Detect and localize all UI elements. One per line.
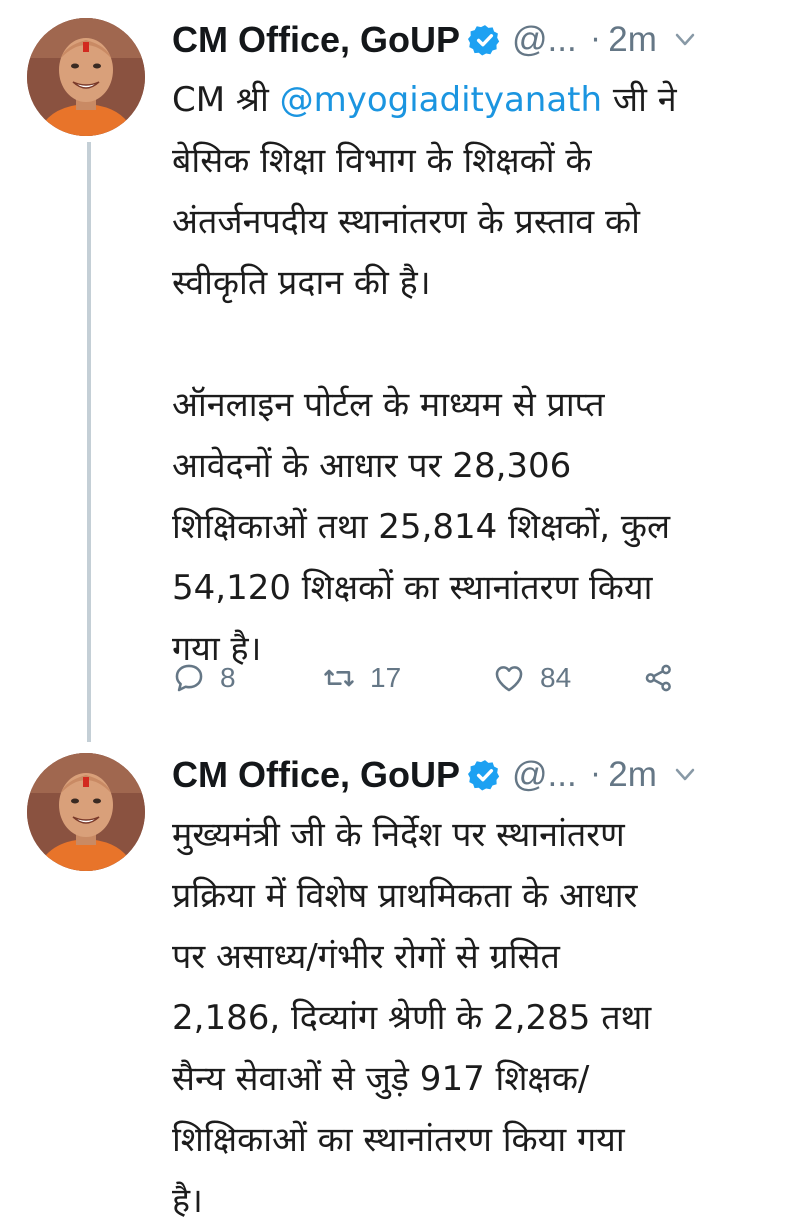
like-count: 84 xyxy=(540,662,572,693)
tweet-line: स्वीकृति प्रदान की है। xyxy=(172,263,431,303)
author-name[interactable]: CM Office, GoUP xyxy=(172,754,460,796)
separator-dot: · xyxy=(590,22,601,58)
tweet-line: 2,186, दिव्यांग श्रेणी के 2,285 तथा xyxy=(172,998,652,1038)
chevron-down-icon[interactable] xyxy=(675,33,695,47)
retweet-icon xyxy=(324,669,354,687)
tweet-line: 54,120 शिक्षकों का स्थानांतरण किया xyxy=(172,568,653,608)
tweet-line: आवेदनों के आधार पर 28,306 xyxy=(172,446,572,486)
tweet-line: शिक्षिकाओं का स्थानांतरण किया गया xyxy=(172,1120,625,1160)
share-button[interactable] xyxy=(642,661,676,695)
reply-count: 8 xyxy=(220,662,236,693)
retweet-button[interactable]: 17 xyxy=(322,661,492,695)
avatar[interactable] xyxy=(27,18,145,136)
separator-dot: · xyxy=(590,757,601,793)
tweet-line: शिक्षिकाओं तथा 25,814 शिक्षकों, कुल xyxy=(172,507,671,547)
tweet-line: पर असाध्य/गंभीर रोगों से ग्रसित xyxy=(172,937,560,977)
paragraph-break xyxy=(172,314,802,375)
author-name[interactable]: CM Office, GoUP xyxy=(172,19,460,61)
tweet-line: मुख्यमंत्री जी के निर्देश पर स्थानांतरण xyxy=(172,815,625,855)
tweet-line: अंतर्जनपदीय स्थानांतरण के प्रस्ताव को xyxy=(172,202,640,242)
tweet-text-segment: जी ने xyxy=(602,80,677,120)
heart-icon xyxy=(495,666,523,692)
tweet-time[interactable]: 2m xyxy=(608,20,657,60)
tweet-line: ऑनलाइन पोर्टल के माध्यम से प्राप्त xyxy=(172,385,605,425)
tweet-time[interactable]: 2m xyxy=(608,755,657,795)
thread-connector-line xyxy=(87,142,91,742)
author-handle[interactable]: @... xyxy=(512,20,577,60)
like-button[interactable]: 84 xyxy=(492,661,642,695)
chevron-down-icon[interactable] xyxy=(675,768,695,782)
verified-badge-icon xyxy=(468,25,500,56)
tweet-actions: 8 17 84 xyxy=(172,655,732,701)
retweet-count: 17 xyxy=(370,662,402,693)
tweet-line: प्रक्रिया में विशेष प्राथमिकता के आधार xyxy=(172,876,638,916)
tweet-line: है। xyxy=(172,1181,203,1221)
tweet-line: बेसिक शिक्षा विभाग के शिक्षकों के xyxy=(172,141,592,181)
tweet-line: सैन्य सेवाओं से जुड़े 917 शिक्षक/ xyxy=(172,1059,590,1099)
verified-badge-icon xyxy=(468,760,500,791)
tweet-text-segment: CM श्री xyxy=(172,80,280,120)
tweet-header: CM Office, GoUP @... · 2m xyxy=(172,749,802,801)
reply-button[interactable]: 8 xyxy=(172,661,322,695)
author-handle[interactable]: @... xyxy=(512,755,577,795)
tweet-text: CM श्री @myogiadityanath जी ने बेसिक शिक… xyxy=(172,70,802,680)
mention-link[interactable]: @myogiadityanath xyxy=(280,80,603,120)
share-icon xyxy=(645,664,671,692)
tweet-text: मुख्यमंत्री जी के निर्देश पर स्थानांतरण … xyxy=(172,805,802,1232)
avatar[interactable] xyxy=(27,753,145,871)
tweet-line: CM श्री @myogiadityanath जी ने xyxy=(172,70,802,131)
tweet-header: CM Office, GoUP @... · 2m xyxy=(172,14,802,66)
reply-icon xyxy=(175,664,203,692)
